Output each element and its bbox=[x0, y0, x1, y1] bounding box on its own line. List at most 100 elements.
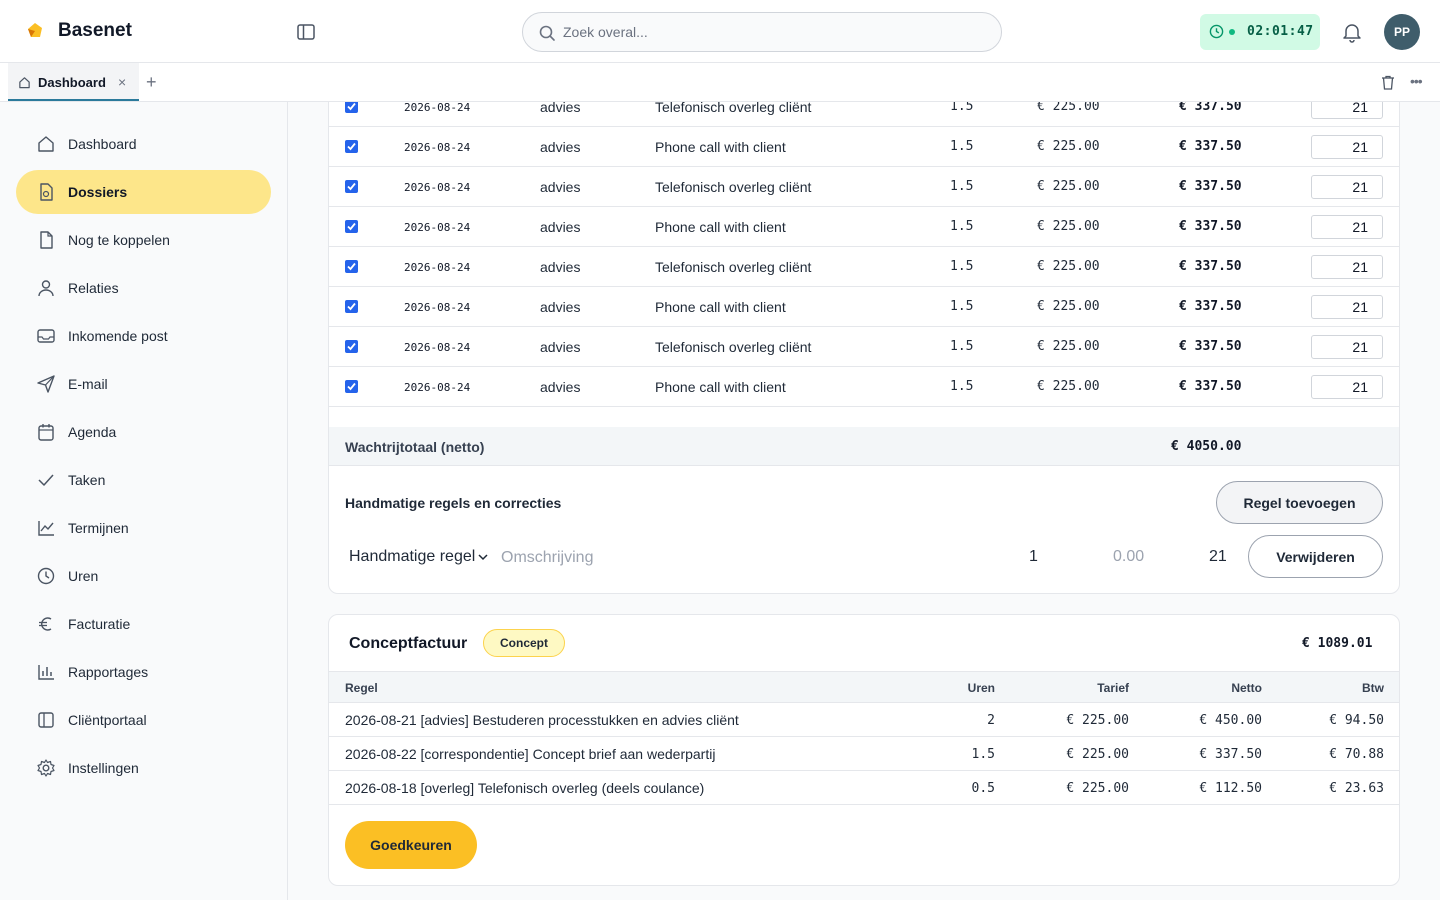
sidebar-item-facturatie[interactable]: Facturatie bbox=[16, 602, 271, 646]
sidebar-item-label: Dashboard bbox=[68, 136, 137, 152]
vat-input[interactable]: 21 bbox=[1311, 175, 1383, 199]
gear-icon bbox=[37, 759, 55, 777]
line-description: 2026-08-22 [correspondentie] Concept bri… bbox=[345, 746, 716, 762]
manual-vat[interactable]: 21 bbox=[1209, 548, 1227, 566]
description-input[interactable] bbox=[501, 546, 981, 570]
row-date: 2026-08-24 bbox=[404, 301, 471, 314]
more-options-icon[interactable]: ••• bbox=[1410, 73, 1423, 89]
row-net: € 337.50 bbox=[1179, 219, 1242, 234]
delete-line-button[interactable]: Verwijderen bbox=[1248, 535, 1383, 578]
sidebar-item-taken[interactable]: Taken bbox=[16, 458, 271, 502]
line-net: € 112.50 bbox=[1199, 781, 1262, 796]
line-vat: € 70.88 bbox=[1329, 747, 1384, 762]
row-activity: advies bbox=[540, 219, 581, 235]
top-bar: Basenet 02:01:47 PP bbox=[0, 0, 1440, 63]
manual-rate[interactable]: 0.00 bbox=[1113, 548, 1144, 566]
line-hours: 2 bbox=[987, 713, 995, 728]
search-input[interactable] bbox=[563, 21, 983, 43]
line-description: 2026-08-21 [advies] Bestuderen processtu… bbox=[345, 712, 739, 728]
row-activity: advies bbox=[540, 102, 581, 115]
time-tracker[interactable]: 02:01:47 bbox=[1200, 14, 1320, 50]
table-row: 2026-08-22 [correspondentie] Concept bri… bbox=[329, 737, 1399, 771]
sidebar-item-label: Cliëntportaal bbox=[68, 712, 147, 728]
row-checkbox[interactable] bbox=[345, 140, 358, 153]
row-checkbox[interactable] bbox=[345, 380, 358, 393]
sidebar-item-clientportaal[interactable]: Cliëntportaal bbox=[16, 698, 271, 742]
row-checkbox[interactable] bbox=[345, 340, 358, 353]
vat-input[interactable]: 21 bbox=[1311, 335, 1383, 359]
row-hours: 1.5 bbox=[950, 379, 974, 394]
manual-qty[interactable]: 1 bbox=[1029, 548, 1038, 566]
calendar-icon bbox=[38, 424, 54, 441]
sidebar-item-dossiers[interactable]: Dossiers bbox=[16, 170, 271, 214]
line-type-select[interactable]: Handmatige regel bbox=[349, 548, 488, 566]
row-date: 2026-08-24 bbox=[404, 102, 471, 114]
vat-input[interactable]: 21 bbox=[1311, 135, 1383, 159]
row-checkbox[interactable] bbox=[345, 260, 358, 273]
search-icon bbox=[539, 25, 555, 41]
check-icon bbox=[38, 474, 54, 486]
bar-chart-icon bbox=[38, 665, 54, 680]
queue-total-label: Wachtrijtotaal (netto) bbox=[345, 439, 485, 455]
row-checkbox[interactable] bbox=[345, 220, 358, 233]
row-description: Phone call with client bbox=[655, 219, 786, 235]
sidebar-item-label: Rapportages bbox=[68, 664, 149, 680]
file-icon bbox=[40, 183, 53, 201]
table-row: 2026-08-24 advies Telefonisch overleg clië… bbox=[329, 327, 1399, 367]
row-net: € 337.50 bbox=[1179, 102, 1242, 114]
approve-button[interactable]: Goedkeuren bbox=[345, 821, 477, 869]
row-checkbox[interactable] bbox=[345, 102, 358, 113]
vat-input[interactable]: 21 bbox=[1311, 255, 1383, 279]
row-description: Phone call with client bbox=[655, 299, 786, 315]
row-description: Phone call with client bbox=[655, 379, 786, 395]
user-avatar[interactable]: PP bbox=[1384, 14, 1420, 50]
tab-label: Dashboard bbox=[38, 75, 106, 90]
row-net: € 337.50 bbox=[1179, 339, 1242, 354]
vat-input[interactable]: 21 bbox=[1311, 102, 1383, 119]
row-date: 2026-08-24 bbox=[404, 181, 471, 194]
sidebar-item-relaties[interactable]: Relaties bbox=[16, 266, 271, 310]
sidebar-item-nog-te-koppelen[interactable]: Nog te koppelen bbox=[16, 218, 271, 262]
row-checkbox[interactable] bbox=[345, 180, 358, 193]
sidebar-item-agenda[interactable]: Agenda bbox=[16, 410, 271, 454]
sidebar-item-label: Inkomende post bbox=[68, 328, 168, 344]
row-checkbox[interactable] bbox=[345, 300, 358, 313]
sidebar-item-termijnen[interactable]: Termijnen bbox=[16, 506, 271, 550]
home-icon bbox=[19, 77, 30, 89]
notifications-bell-icon[interactable] bbox=[1341, 21, 1363, 43]
vat-input[interactable]: 21 bbox=[1311, 375, 1383, 399]
add-line-button[interactable]: Regel toevoegen bbox=[1216, 481, 1383, 524]
sidebar-toggle-icon[interactable] bbox=[296, 22, 316, 42]
trash-icon[interactable] bbox=[1381, 75, 1395, 90]
row-rate: € 225.00 bbox=[1037, 259, 1100, 274]
sidebar-item-uren[interactable]: Uren bbox=[16, 554, 271, 598]
sidebar-item-rapportages[interactable]: Rapportages bbox=[16, 650, 271, 694]
row-rate: € 225.00 bbox=[1037, 102, 1100, 114]
column-header-regel: Regel bbox=[345, 681, 378, 695]
tab-dashboard[interactable]: Dashboard × bbox=[8, 63, 139, 101]
line-type-value: Handmatige regel bbox=[349, 548, 476, 565]
tab-close-icon[interactable]: × bbox=[118, 74, 126, 90]
table-row: 2026-08-24 advies Telefonisch overleg clië… bbox=[329, 102, 1399, 127]
row-hours: 1.5 bbox=[950, 299, 974, 314]
sidebar-item-dashboard[interactable]: Dashboard bbox=[16, 122, 271, 166]
queue-total-value: € 4050.00 bbox=[1171, 439, 1242, 454]
column-header-btw: Btw bbox=[1362, 681, 1384, 695]
home-icon bbox=[38, 136, 54, 152]
sidebar-item-instellingen[interactable]: Instellingen bbox=[16, 746, 271, 790]
row-activity: advies bbox=[540, 339, 581, 355]
sidebar-item-e-mail[interactable]: E-mail bbox=[16, 362, 271, 406]
row-hours: 1.5 bbox=[950, 179, 974, 194]
tab-bar: Dashboard × + ••• bbox=[0, 63, 1440, 102]
line-rate: € 225.00 bbox=[1066, 781, 1129, 796]
column-header-uren: Uren bbox=[967, 681, 995, 695]
table-row: 2026-08-21 [advies] Bestuderen processtu… bbox=[329, 703, 1399, 737]
sidebar-item-inkomende-post[interactable]: Inkomende post bbox=[16, 314, 271, 358]
vat-input[interactable]: 21 bbox=[1311, 215, 1383, 239]
table-row: 2026-08-24 advies Phone call with client 1.… bbox=[329, 287, 1399, 327]
row-hours: 1.5 bbox=[950, 339, 974, 354]
new-tab-button[interactable]: + bbox=[146, 73, 157, 91]
search-bar[interactable] bbox=[522, 12, 1002, 52]
row-description: Telefonisch overleg cliënt bbox=[655, 102, 812, 115]
vat-input[interactable]: 21 bbox=[1311, 295, 1383, 319]
